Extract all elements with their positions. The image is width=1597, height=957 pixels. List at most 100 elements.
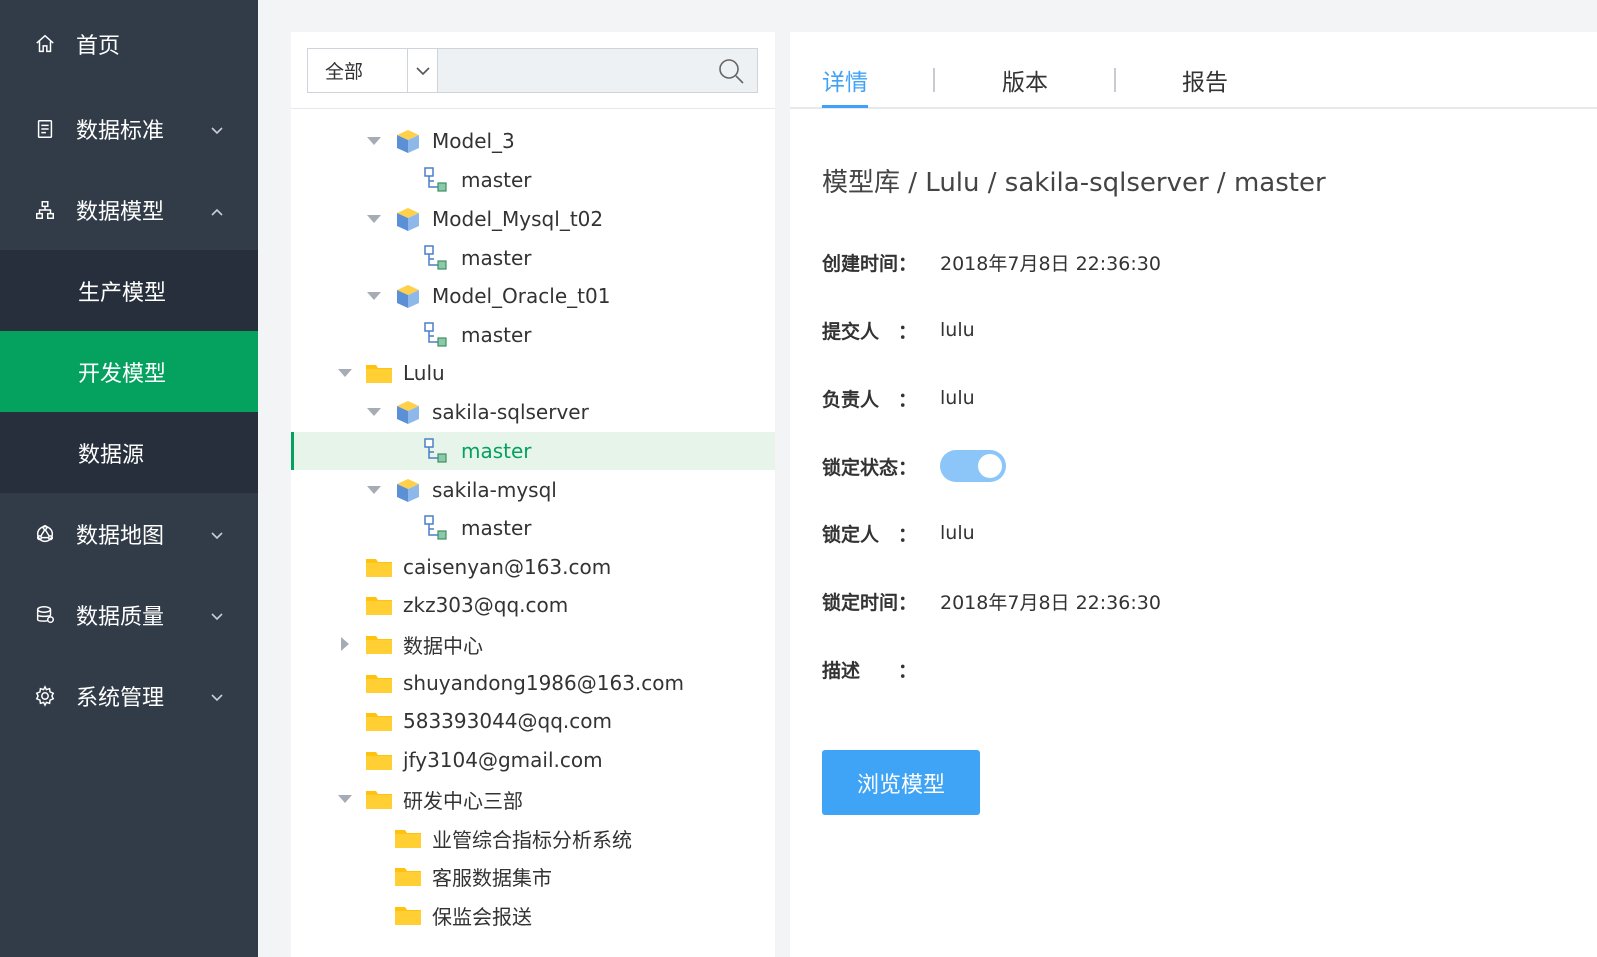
tree-node-label: Model_Oracle_t01 (432, 284, 611, 308)
folder-icon (365, 591, 393, 619)
caret-down-icon[interactable] (366, 133, 382, 149)
nav-sys-admin[interactable]: 系统管理 (0, 655, 258, 736)
detail-panel: 详情 版本 报告 模型库 / Lulu / sakila-sqlserver /… (790, 32, 1597, 957)
map-icon (32, 521, 58, 547)
caret-down-icon[interactable] (366, 211, 382, 227)
tree-node-label: 583393044@qq.com (403, 709, 612, 733)
model-cube-icon (394, 476, 422, 504)
folder-icon (365, 553, 393, 581)
chevron-down-icon[interactable] (407, 49, 437, 92)
tree-node[interactable]: sakila-sqlserver (291, 393, 775, 431)
tree-node[interactable]: 583393044@qq.com (291, 702, 775, 740)
tree-node[interactable]: 业管综合指标分析系统 (291, 819, 775, 857)
folder-icon (394, 901, 422, 929)
tree-node-label: shuyandong1986@163.com (403, 671, 684, 695)
nav-data-standard[interactable]: 数据标准 (0, 88, 258, 169)
tree-node-label: master (461, 323, 532, 347)
tree-node-label: 业管综合指标分析系统 (432, 827, 632, 852)
branch-icon (422, 244, 450, 272)
folder-icon (365, 707, 393, 735)
nav-home-label: 首页 (76, 34, 121, 59)
field-label: 提交人 ： (822, 320, 918, 343)
caret-right-icon[interactable] (337, 636, 353, 652)
tree-node-label: zkz303@qq.com (403, 593, 569, 617)
branch-icon (422, 437, 450, 465)
tree-node[interactable]: Model_Oracle_t01 (291, 277, 775, 315)
field-owner: 负责人 ： lulu (822, 383, 975, 413)
nav-data-model[interactable]: 数据模型 (0, 169, 258, 250)
search-input[interactable] (438, 49, 705, 92)
folder-icon (394, 862, 422, 890)
tree-node[interactable]: zkz303@qq.com (291, 586, 775, 624)
tree-node[interactable]: master (291, 432, 775, 470)
folder-icon (365, 359, 393, 387)
search-button[interactable] (705, 49, 757, 92)
field-lock-status: 锁定状态： (822, 450, 1006, 482)
tree-node[interactable]: master (291, 509, 775, 547)
branch-icon (422, 321, 450, 349)
tab-details[interactable]: 详情 (822, 63, 868, 97)
scope-select[interactable]: 全部 (308, 49, 438, 92)
nav-data-source[interactable]: 数据源 (0, 412, 258, 493)
caret-down-icon[interactable] (337, 365, 353, 381)
tree-node-label: sakila-sqlserver (432, 400, 589, 424)
tree-node[interactable]: 数据中心 (291, 625, 775, 663)
field-value: 2018年7月8日 22:36:30 (940, 591, 1161, 614)
caret-down-icon[interactable] (366, 404, 382, 420)
lock-status-toggle[interactable] (940, 450, 1006, 482)
tree-node[interactable]: caisenyan@163.com (291, 548, 775, 586)
chevron-down-icon (210, 119, 224, 134)
tree-node[interactable]: Model_3 (291, 122, 775, 160)
search-bar: 全部 (307, 48, 758, 93)
tree-node-label: master (461, 168, 532, 192)
nav-data-quality[interactable]: 数据质量 (0, 574, 258, 655)
gear-icon (32, 683, 58, 709)
tab-versions[interactable]: 版本 (1002, 63, 1048, 97)
tree-node[interactable]: 研发中心三部 (291, 780, 775, 818)
tree-node-label: Model_3 (432, 129, 515, 153)
clipboard-icon (32, 116, 58, 142)
nav-dev-model[interactable]: 开发模型 (0, 331, 258, 412)
nav-prod-model-label: 生产模型 (78, 280, 167, 306)
folder-icon (365, 630, 393, 658)
tree-node[interactable]: master (291, 161, 775, 199)
nav-data-standard-label: 数据标准 (76, 118, 165, 144)
field-value: 2018年7月8日 22:36:30 (940, 252, 1161, 275)
field-label: 锁定状态： (822, 456, 918, 479)
tree-node[interactable]: Lulu (291, 354, 775, 392)
tree-node[interactable]: master (291, 316, 775, 354)
caret-down-icon[interactable] (337, 791, 353, 807)
tree-node-label: caisenyan@163.com (403, 555, 612, 579)
nav-data-quality-label: 数据质量 (76, 604, 165, 630)
branch-icon (422, 514, 450, 542)
tree-node-label: 客服数据集市 (432, 865, 552, 890)
model-cube-icon (394, 127, 422, 155)
nav-data-model-label: 数据模型 (76, 199, 165, 225)
tree-node-label: 保监会报送 (432, 904, 532, 929)
nav-dev-model-label: 开发模型 (78, 361, 167, 387)
browse-model-button[interactable]: 浏览模型 (822, 750, 980, 815)
tree-node[interactable]: shuyandong1986@163.com (291, 664, 775, 702)
model-cube-icon (394, 282, 422, 310)
folder-icon (365, 785, 393, 813)
caret-down-icon[interactable] (366, 288, 382, 304)
tree-node[interactable]: 客服数据集市 (291, 857, 775, 895)
toggle-knob (978, 454, 1002, 478)
hierarchy-icon (32, 197, 58, 223)
tree-node[interactable]: Model_Mysql_t02 (291, 200, 775, 238)
tree-node[interactable]: master (291, 239, 775, 277)
sidebar: 首页 数据标准 数据模型 生产模型 开发模型 数据源 数据地图 数据质量 系统管… (0, 0, 258, 957)
nav-home[interactable]: 首页 (0, 0, 258, 88)
nav-data-map[interactable]: 数据地图 (0, 493, 258, 574)
field-submitter: 提交人 ： lulu (822, 315, 975, 345)
tree-node-label: Lulu (403, 361, 445, 385)
tree-node[interactable]: jfy3104@gmail.com (291, 741, 775, 779)
caret-down-icon[interactable] (366, 482, 382, 498)
tree-node[interactable]: sakila-mysql (291, 471, 775, 509)
chevron-down-icon (210, 605, 224, 620)
tree-node[interactable]: 保监会报送 (291, 896, 775, 934)
chevron-up-icon (210, 200, 224, 216)
nav-prod-model[interactable]: 生产模型 (0, 250, 258, 331)
field-label: 负责人 ： (822, 388, 918, 411)
tab-reports[interactable]: 报告 (1182, 63, 1228, 97)
